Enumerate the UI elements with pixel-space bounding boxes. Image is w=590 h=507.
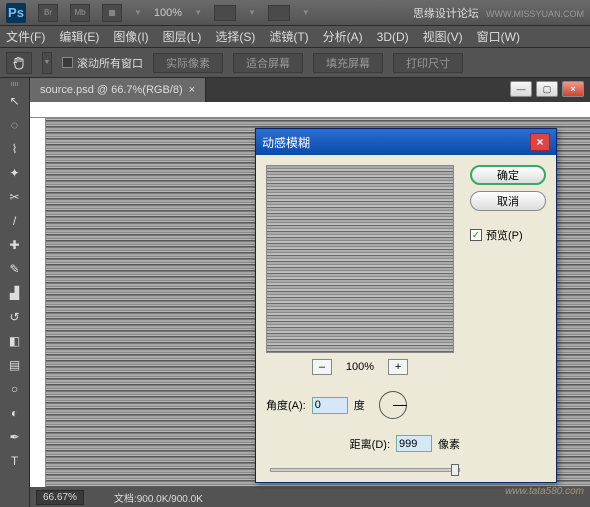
slider-thumb[interactable] (451, 464, 459, 476)
distance-row: 距离(D): 像素 (266, 435, 460, 452)
gradient-tool-icon[interactable]: ▤ (3, 354, 27, 376)
minimize-button[interactable]: — (510, 81, 532, 97)
zoom-out-button[interactable]: – (312, 359, 332, 375)
distance-slider[interactable] (270, 468, 460, 472)
mb-icon[interactable]: Mb (70, 4, 90, 22)
scroll-all-label: 滚动所有窗口 (77, 55, 143, 71)
menu-filter[interactable]: 滤镜(T) (269, 28, 308, 45)
motion-blur-dialog: 动感模糊 × – 100% + 角度(A): 度 距离( (255, 128, 557, 483)
dropdown-arrow-2[interactable]: ▼ (194, 8, 202, 17)
watermark: www.tata580.com (505, 486, 584, 497)
brand-url: WWW.MISSYUAN.COM (486, 9, 584, 19)
brush-tool-icon[interactable]: ✎ (3, 258, 27, 280)
ps-logo: Ps (6, 3, 26, 23)
document-tabs: source.psd @ 66.7%(RGB/8) × — ▢ × (30, 78, 590, 102)
tab-title: source.psd @ 66.7%(RGB/8) (40, 84, 183, 96)
toolbox-grab[interactable] (3, 82, 27, 88)
dialog-body: – 100% + 角度(A): 度 距离(D): 像素 (256, 155, 556, 482)
preview-panel: – 100% + (266, 165, 454, 375)
menu-layer[interactable]: 图层(L) (163, 28, 202, 45)
eyedropper-tool-icon[interactable]: / (3, 210, 27, 232)
status-docinfo: 文档:900.0K/900.0K (114, 490, 203, 505)
screen-mode-icon[interactable]: ▦ (102, 4, 122, 22)
ruler-horizontal (30, 102, 590, 118)
ok-button[interactable]: 确定 (470, 165, 546, 185)
fit-screen-button[interactable]: 适合屏幕 (233, 53, 303, 73)
distance-label: 距离(D): (350, 436, 390, 452)
type-tool-icon[interactable]: T (3, 450, 27, 472)
workspace-icon[interactable] (268, 5, 290, 21)
marquee-tool-icon[interactable]: ◌ (3, 114, 27, 136)
zoom-row: – 100% + (266, 359, 454, 375)
lasso-tool-icon[interactable]: ⌇ (3, 138, 27, 160)
menu-3d[interactable]: 3D(D) (377, 30, 409, 44)
angle-unit: 度 (354, 397, 365, 413)
cancel-button[interactable]: 取消 (470, 191, 546, 211)
toolbox: ↖ ◌ ⌇ ✦ ✂ / ✚ ✎ ▟ ↺ ◧ ▤ ○ ◐ ✒ T (0, 78, 30, 507)
print-size-button[interactable]: 打印尺寸 (393, 53, 463, 73)
menu-edit[interactable]: 编辑(E) (59, 28, 99, 45)
history-brush-icon[interactable]: ↺ (3, 306, 27, 328)
angle-input[interactable] (312, 397, 348, 414)
menu-view[interactable]: 视图(V) (423, 28, 463, 45)
eraser-tool-icon[interactable]: ◧ (3, 330, 27, 352)
window-buttons: — ▢ × (504, 78, 590, 102)
dialog-title: 动感模糊 (262, 134, 310, 151)
menubar: 文件(F) 编辑(E) 图像(I) 图层(L) 选择(S) 滤镜(T) 分析(A… (0, 26, 590, 48)
heal-tool-icon[interactable]: ✚ (3, 234, 27, 256)
arrange-icon[interactable] (214, 5, 236, 21)
ruler-vertical (30, 118, 46, 487)
menu-file[interactable]: 文件(F) (6, 28, 45, 45)
angle-row: 角度(A): 度 (266, 391, 460, 419)
pen-tool-icon[interactable]: ✒ (3, 426, 27, 448)
close-button[interactable]: × (562, 81, 584, 97)
zoom-display[interactable]: 100% (154, 7, 182, 19)
dropdown-arrow-4[interactable]: ▼ (302, 8, 310, 17)
maximize-button[interactable]: ▢ (536, 81, 558, 97)
brand-text: 思缘设计论坛 (413, 8, 479, 20)
blur-tool-icon[interactable]: ○ (3, 378, 27, 400)
dropdown-arrow-1[interactable]: ▼ (134, 8, 142, 17)
menu-select[interactable]: 选择(S) (215, 28, 255, 45)
dropdown-arrow-3[interactable]: ▼ (248, 8, 256, 17)
dialog-close-icon[interactable]: × (530, 133, 550, 151)
parameters: 角度(A): 度 距离(D): 像素 (266, 391, 460, 472)
preview-zoom: 100% (346, 361, 374, 373)
menu-analysis[interactable]: 分析(A) (323, 28, 363, 45)
bridge-icon[interactable]: Br (38, 4, 58, 22)
document-tab[interactable]: source.psd @ 66.7%(RGB/8) × (30, 78, 206, 102)
distance-input[interactable] (396, 435, 432, 452)
zoom-in-button[interactable]: + (388, 359, 408, 375)
fill-screen-button[interactable]: 填充屏幕 (313, 53, 383, 73)
tool-dropdown[interactable]: ▼ (42, 52, 52, 74)
actual-pixels-button[interactable]: 实际像素 (153, 53, 223, 73)
hand-tool-icon[interactable] (6, 52, 32, 74)
menu-image[interactable]: 图像(I) (113, 28, 148, 45)
dialog-buttons: 确定 取消 ✓ 预览(P) (470, 165, 546, 472)
app-topbar: Ps Br Mb ▦ ▼ 100% ▼ ▼ ▼ 思缘设计论坛 WWW.MISSY… (0, 0, 590, 26)
scroll-all-checkbox[interactable]: 滚动所有窗口 (62, 55, 143, 71)
preview-label: 预览(P) (486, 227, 523, 243)
wand-tool-icon[interactable]: ✦ (3, 162, 27, 184)
distance-unit: 像素 (438, 436, 460, 452)
angle-label: 角度(A): (266, 397, 306, 413)
dialog-titlebar[interactable]: 动感模糊 × (256, 129, 556, 155)
menu-window[interactable]: 窗口(W) (477, 28, 520, 45)
checkbox-checked-icon: ✓ (470, 229, 482, 241)
status-zoom[interactable]: 66.67% (36, 490, 84, 505)
tab-close-icon[interactable]: × (189, 84, 195, 96)
checkbox-icon (62, 57, 73, 68)
option-bar: ▼ 滚动所有窗口 实际像素 适合屏幕 填充屏幕 打印尺寸 (0, 48, 590, 78)
preview-image[interactable] (266, 165, 454, 353)
dodge-tool-icon[interactable]: ◐ (3, 402, 27, 424)
angle-dial[interactable] (379, 391, 407, 419)
stamp-tool-icon[interactable]: ▟ (3, 282, 27, 304)
preview-checkbox[interactable]: ✓ 预览(P) (470, 227, 546, 243)
crop-tool-icon[interactable]: ✂ (3, 186, 27, 208)
brand-label: 思缘设计论坛 WWW.MISSYUAN.COM (413, 5, 584, 21)
move-tool-icon[interactable]: ↖ (3, 90, 27, 112)
